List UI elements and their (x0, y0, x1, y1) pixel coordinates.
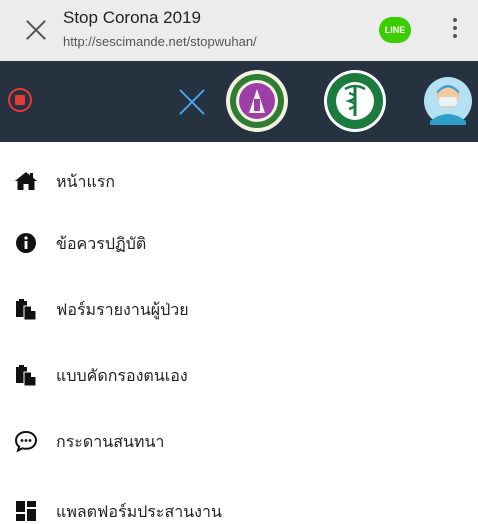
menu-item-label: แพลตฟอร์มประสานงาน (56, 502, 222, 521)
menu-item-label: ข้อควรปฏิบัติ (56, 234, 147, 253)
university-seal-logo (226, 70, 288, 132)
menu-item-coordination-platform[interactable]: แพลตฟอร์มประสานงาน (0, 486, 478, 524)
menu-item-patient-report-form[interactable]: ฟอร์มรายงานผู้ป่วย (0, 284, 478, 334)
page-title: Stop Corona 2019 (63, 8, 201, 27)
menu-item-guidelines[interactable]: ข้อควรปฏิบัติ (0, 218, 478, 268)
menu-item-home[interactable]: หน้าแรก (0, 156, 478, 206)
clipboard-icon (16, 365, 37, 387)
chat-icon (14, 430, 38, 453)
menu-item-self-screening[interactable]: แบบคัดกรองตนเอง (0, 350, 478, 400)
stop-record-icon[interactable] (8, 88, 32, 112)
menu-item-label: ฟอร์มรายงานผู้ป่วย (56, 300, 189, 319)
menu-item-label: กระดานสนทนา (56, 432, 165, 451)
close-menu-icon[interactable] (178, 88, 206, 116)
clipboard-icon (16, 299, 37, 321)
site-header (0, 61, 478, 142)
page-url[interactable]: http://sescimande.net/stopwuhan/ (63, 34, 257, 49)
ministry-of-public-health-logo (324, 70, 386, 132)
doctor-avatar[interactable] (424, 77, 472, 125)
menu-item-label: หน้าแรก (56, 172, 116, 191)
more-options-icon[interactable] (450, 18, 460, 44)
close-tab-icon[interactable] (24, 18, 48, 42)
line-share-icon[interactable]: LINE (379, 17, 411, 43)
home-icon (15, 172, 37, 190)
menu-item-label: แบบคัดกรองตนเอง (56, 366, 188, 385)
menu-item-discussion-board[interactable]: กระดานสนทนา (0, 416, 478, 466)
dashboard-icon (16, 501, 36, 521)
browser-toolbar: Stop Corona 2019 http://sescimande.net/s… (0, 0, 478, 61)
info-icon (16, 233, 36, 253)
